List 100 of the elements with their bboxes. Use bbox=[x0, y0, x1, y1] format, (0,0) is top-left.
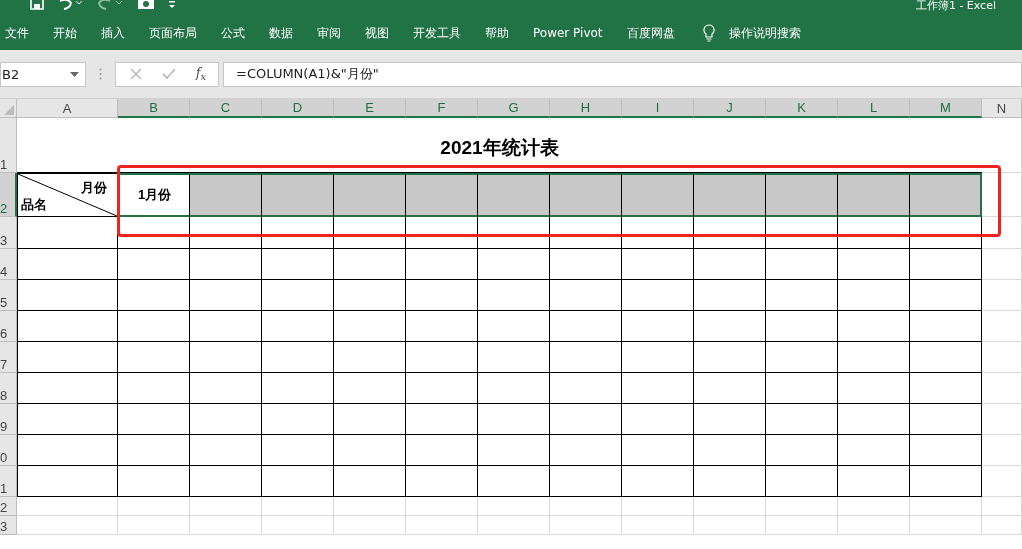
caret-icon[interactable] bbox=[168, 0, 176, 10]
table-cell bbox=[478, 217, 550, 249]
table-cell bbox=[478, 342, 550, 373]
row-header[interactable]: 0 bbox=[0, 435, 17, 466]
camera-icon[interactable] bbox=[138, 0, 154, 10]
table-cell bbox=[550, 466, 622, 497]
table-cell bbox=[766, 435, 838, 466]
ribbon-tab[interactable]: 开始 bbox=[53, 24, 77, 42]
check-icon[interactable] bbox=[162, 68, 176, 80]
ribbon-tab[interactable]: 审阅 bbox=[317, 24, 341, 42]
row-header[interactable]: 7 bbox=[0, 342, 17, 373]
column-header[interactable]: C bbox=[190, 99, 262, 118]
table-cell bbox=[478, 280, 550, 311]
row-header[interactable]: 9 bbox=[0, 404, 17, 435]
table-cell bbox=[478, 249, 550, 280]
table-cell bbox=[406, 311, 478, 342]
column-header[interactable]: M bbox=[910, 99, 982, 118]
table-cell bbox=[838, 435, 910, 466]
column-header[interactable]: I bbox=[622, 99, 694, 118]
table-cell: 月份 bbox=[81, 179, 107, 197]
table-cell bbox=[766, 311, 838, 342]
table-cell bbox=[694, 342, 766, 373]
table-cell bbox=[838, 311, 910, 342]
ribbon-tab[interactable]: 视图 bbox=[365, 24, 389, 42]
window-title: 工作簿1 - Excel bbox=[915, 0, 996, 12]
table-cell bbox=[550, 217, 622, 249]
column-header[interactable]: A bbox=[17, 99, 118, 118]
ribbon-tab[interactable]: 开发工具 bbox=[413, 24, 461, 42]
ribbon-tab[interactable]: 百度网盘 bbox=[626, 24, 675, 42]
insert-function-button[interactable]: f$_{x}$ bbox=[196, 65, 207, 83]
table-cell bbox=[550, 342, 622, 373]
table-cell bbox=[478, 311, 550, 342]
ribbon-tab[interactable]: 数据 bbox=[269, 24, 293, 42]
row-header[interactable]: 5 bbox=[0, 280, 17, 311]
row-header[interactable]: 2 bbox=[0, 173, 17, 217]
column-header[interactable]: N bbox=[982, 99, 1022, 118]
table-cell bbox=[262, 311, 334, 342]
table-cell bbox=[694, 217, 766, 249]
column-header[interactable]: E bbox=[334, 99, 406, 118]
save-icon[interactable] bbox=[30, 0, 44, 10]
row-header[interactable]: 4 bbox=[0, 249, 17, 280]
table-cell bbox=[478, 435, 550, 466]
ribbon-tab[interactable]: 文件 bbox=[5, 24, 29, 42]
table-cell bbox=[190, 311, 262, 342]
table-cell bbox=[622, 249, 694, 280]
formula-input[interactable]: =COLUMN(A1)&"月份" bbox=[223, 61, 1022, 87]
table-cell bbox=[694, 280, 766, 311]
table-cell bbox=[766, 249, 838, 280]
table-cell bbox=[766, 466, 838, 497]
table-cell bbox=[190, 249, 262, 280]
table-cell bbox=[910, 311, 982, 342]
row-header[interactable]: 2 bbox=[0, 497, 17, 516]
table-cell bbox=[262, 466, 334, 497]
column-header[interactable]: L bbox=[838, 99, 910, 118]
table-cell bbox=[622, 217, 694, 249]
column-header[interactable]: K bbox=[766, 99, 838, 118]
table-cell bbox=[262, 249, 334, 280]
ribbon-tab[interactable]: 插入 bbox=[101, 24, 125, 42]
table-cell bbox=[406, 342, 478, 373]
column-header[interactable]: J bbox=[694, 99, 766, 118]
column-header[interactable]: G bbox=[478, 99, 550, 118]
table-cell bbox=[910, 217, 982, 249]
column-header[interactable]: D bbox=[262, 99, 334, 118]
column-header[interactable]: B bbox=[118, 99, 190, 118]
table-cell bbox=[406, 435, 478, 466]
table-cell bbox=[334, 280, 406, 311]
ribbon-tab[interactable]: Power Pivot bbox=[533, 26, 603, 40]
table-cell bbox=[622, 373, 694, 404]
search-field[interactable]: 操作说明搜索 bbox=[702, 24, 801, 42]
table-cell bbox=[766, 280, 838, 311]
table-cell bbox=[262, 342, 334, 373]
table-cell bbox=[622, 404, 694, 435]
row-header[interactable]: 3 bbox=[0, 217, 17, 249]
table-cell bbox=[838, 217, 910, 249]
ribbon-tab[interactable]: 公式 bbox=[221, 24, 245, 42]
table-cell bbox=[406, 373, 478, 404]
row-header[interactable]: 8 bbox=[0, 373, 17, 404]
table-cell bbox=[334, 311, 406, 342]
ribbon-tab[interactable]: 页面布局 bbox=[149, 24, 197, 42]
table-cell bbox=[838, 342, 910, 373]
table-cell bbox=[478, 404, 550, 435]
table-cell bbox=[550, 249, 622, 280]
table-cell bbox=[190, 404, 262, 435]
row-header[interactable]: 3 bbox=[0, 516, 17, 535]
column-header[interactable]: F bbox=[406, 99, 478, 118]
name-box[interactable]: B2 bbox=[0, 61, 86, 87]
table-cell bbox=[478, 466, 550, 497]
ribbon-tab[interactable]: 帮助 bbox=[485, 24, 509, 42]
undo-icon[interactable] bbox=[58, 0, 84, 10]
table-cell bbox=[694, 466, 766, 497]
row-header[interactable]: 1 bbox=[0, 118, 17, 173]
table-cell bbox=[262, 373, 334, 404]
row-header[interactable]: 6 bbox=[0, 311, 17, 342]
caret-icon[interactable] bbox=[70, 71, 79, 77]
table-cell bbox=[334, 435, 406, 466]
table-cell bbox=[190, 342, 262, 373]
table-cell bbox=[118, 311, 190, 342]
column-header[interactable]: H bbox=[550, 99, 622, 118]
table-cell bbox=[118, 435, 190, 466]
row-header[interactable]: 1 bbox=[0, 466, 17, 497]
